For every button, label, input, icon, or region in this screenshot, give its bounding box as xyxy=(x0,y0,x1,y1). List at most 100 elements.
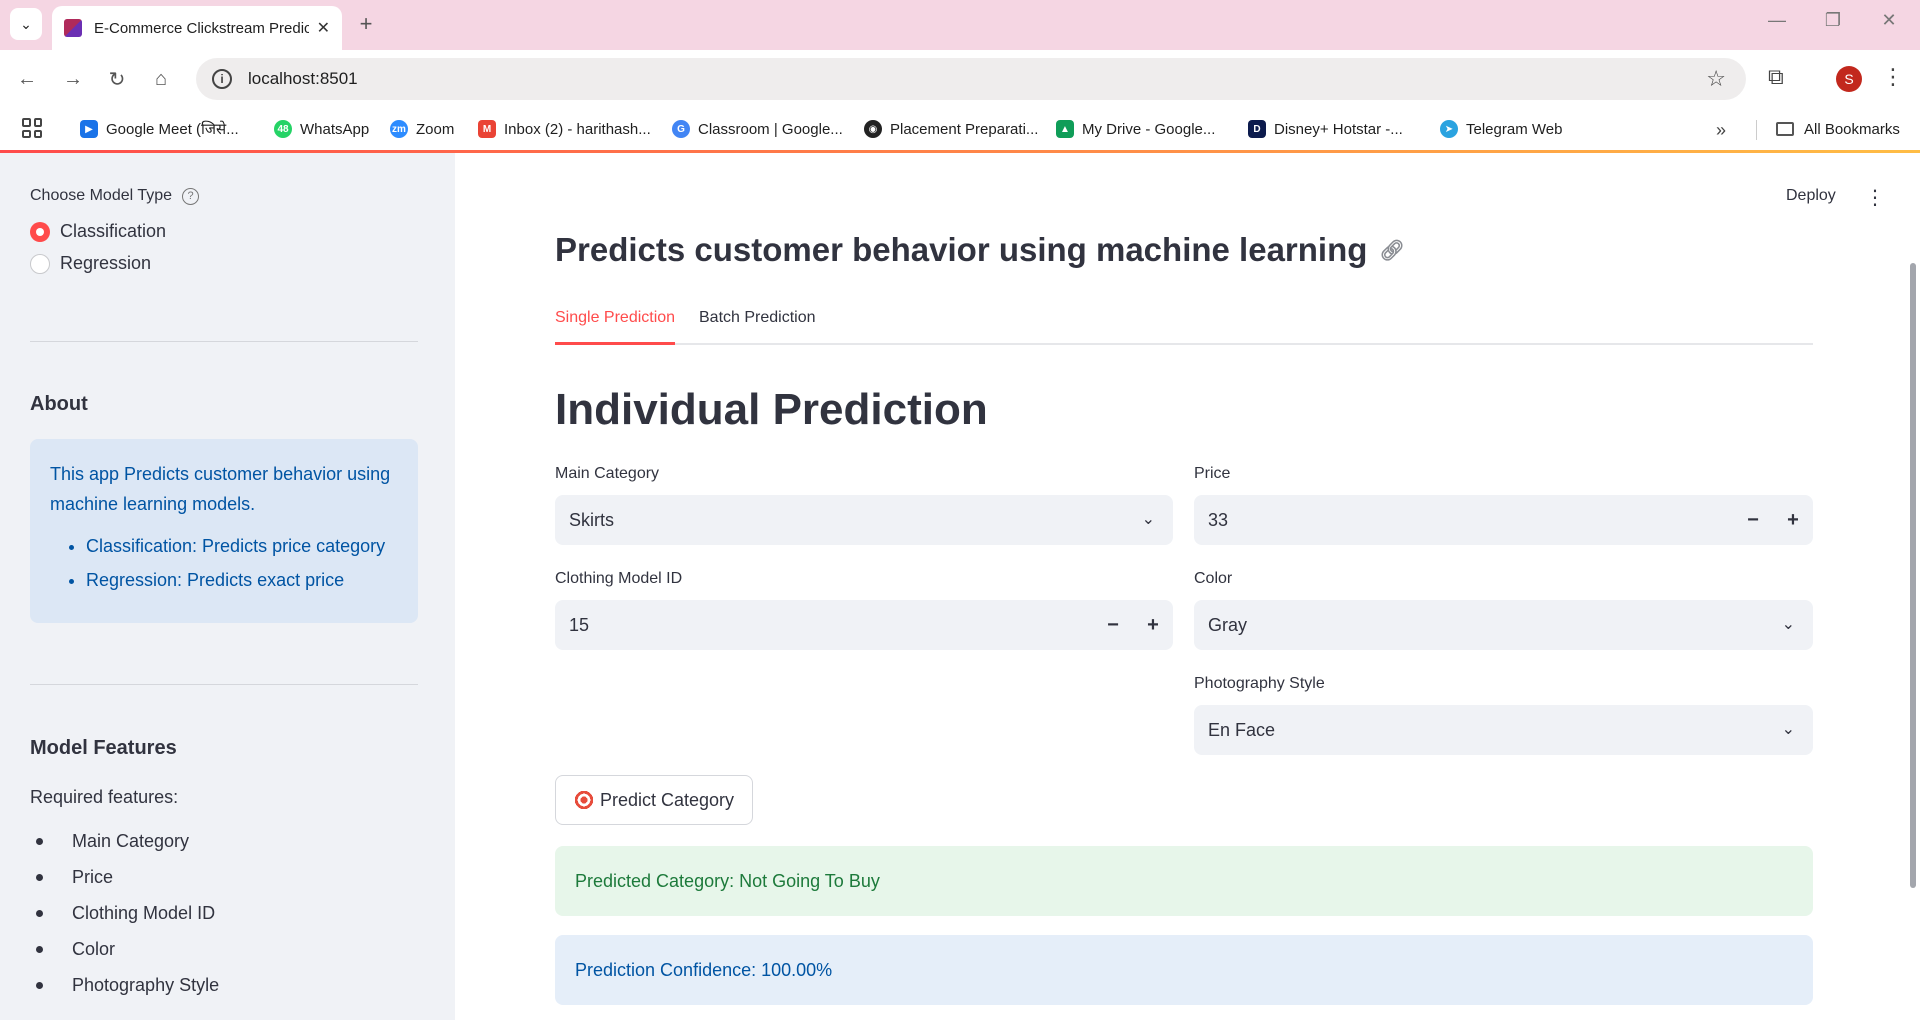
sidebar-divider xyxy=(30,341,418,342)
required-features-label: Required features: xyxy=(30,787,179,807)
section-heading: Individual Prediction xyxy=(555,385,988,434)
price-input[interactable]: 33 − + xyxy=(1194,495,1813,545)
bookmark-whatsapp[interactable]: 48 WhatsApp xyxy=(274,116,369,142)
app-menu-icon[interactable]: ⋮ xyxy=(1865,185,1885,210)
new-tab-icon[interactable]: + xyxy=(352,10,380,38)
clothing-model-id-input[interactable]: 15 − + xyxy=(555,600,1173,650)
all-bookmarks-label: All Bookmarks xyxy=(1804,120,1900,138)
scrollbar[interactable] xyxy=(1910,263,1916,888)
bookmark-label: Zoom xyxy=(416,120,455,138)
reload-icon[interactable]: ↻ xyxy=(104,66,130,92)
bookmark-zoom[interactable]: zm Zoom xyxy=(390,116,454,142)
photography-style-label: Photography Style xyxy=(1194,675,1325,692)
predict-button-label: Predict Category xyxy=(599,789,735,810)
address-bar[interactable]: i localhost:8501 ☆ xyxy=(196,58,1746,100)
features-heading: Model Features xyxy=(30,737,177,759)
help-icon[interactable]: ? xyxy=(182,187,200,205)
close-window-icon[interactable]: ✕ xyxy=(1874,10,1904,31)
bookmark-label: Google Meet (जिसे... xyxy=(106,121,239,138)
color-label: Color xyxy=(1194,570,1233,587)
bookmark-label: Placement Preparati... xyxy=(890,120,1039,138)
profile-avatar[interactable]: S xyxy=(1836,66,1862,92)
price-increment-button[interactable]: + xyxy=(1773,495,1813,545)
bookmark-label: Inbox (2) - harithash... xyxy=(504,120,651,138)
feature-item: Main Category xyxy=(30,823,219,859)
site-info-icon[interactable]: i xyxy=(212,69,232,89)
radio-selected-icon xyxy=(30,221,50,242)
model-id-decrement-button[interactable]: − xyxy=(1093,600,1133,650)
about-bullets: Classification: Predicts price category … xyxy=(50,529,398,597)
back-icon[interactable]: ← xyxy=(14,66,40,92)
bookmark-telegram[interactable]: ➤ Telegram Web xyxy=(1440,116,1562,142)
apps-grid-icon[interactable] xyxy=(22,118,42,138)
tab-search-icon[interactable]: ⌄ xyxy=(10,8,42,40)
main-category-select[interactable]: Skirts ⌄ xyxy=(555,495,1173,545)
browser-menu-icon[interactable]: ⋮ xyxy=(1882,64,1904,90)
tab-close-icon[interactable]: ✕ xyxy=(317,18,330,38)
about-bullet: Regression: Predicts exact price xyxy=(86,563,398,597)
globe-icon: ◉ xyxy=(864,120,882,138)
bookmark-gmail[interactable]: M Inbox (2) - harithash... xyxy=(478,116,651,142)
restore-icon[interactable]: ❐ xyxy=(1818,10,1848,31)
home-icon[interactable]: ⌂ xyxy=(148,66,174,92)
telegram-icon: ➤ xyxy=(1440,120,1458,138)
bookmark-google-meet[interactable]: ▶ Google Meet (जिसे... xyxy=(80,116,239,142)
radio-regression[interactable]: Regression xyxy=(30,253,151,274)
price-decrement-button[interactable]: − xyxy=(1733,495,1773,545)
browser-tab-bar: ⌄ E-Commerce Clickstream Predic ✕ + — ❐ … xyxy=(0,0,1920,50)
chevron-down-icon: ⌄ xyxy=(1781,616,1795,633)
prediction-result-text: Predicted Category: Not Going To Buy xyxy=(575,870,880,891)
radio-label: Classification xyxy=(60,221,167,241)
model-id-increment-button[interactable]: + xyxy=(1133,600,1173,650)
model-type-label-text: Choose Model Type xyxy=(30,187,173,204)
price-value: 33 xyxy=(1208,509,1229,530)
prediction-confidence-alert: Prediction Confidence: 100.00% xyxy=(555,935,1813,1005)
bookmark-label: Disney+ Hotstar -... xyxy=(1274,120,1403,138)
extensions-icon[interactable]: ⧉ xyxy=(1768,64,1784,90)
folder-icon xyxy=(1776,122,1794,136)
photography-style-select[interactable]: En Face ⌄ xyxy=(1194,705,1813,755)
google-drive-icon: ▲ xyxy=(1056,120,1074,138)
main-category-label: Main Category xyxy=(555,465,660,482)
google-meet-icon: ▶ xyxy=(80,120,98,138)
forward-icon[interactable]: → xyxy=(60,66,86,92)
bookmark-label: Telegram Web xyxy=(1466,120,1563,138)
page-title: Predicts customer behavior using machine… xyxy=(555,231,1405,269)
color-select[interactable]: Gray ⌄ xyxy=(1194,600,1813,650)
target-icon xyxy=(573,790,594,810)
main-category-value: Skirts xyxy=(569,509,614,530)
more-bookmarks-icon[interactable]: » xyxy=(1716,120,1726,141)
prediction-result-alert: Predicted Category: Not Going To Buy xyxy=(555,846,1813,916)
deploy-button[interactable]: Deploy xyxy=(1786,187,1836,205)
prediction-confidence-text: Prediction Confidence: 100.00% xyxy=(575,959,833,980)
feature-item: Photography Style xyxy=(30,967,219,1003)
prediction-tabs: Single Prediction Batch Prediction xyxy=(555,303,1813,345)
radio-classification[interactable]: Classification xyxy=(30,221,166,242)
clothing-model-id-label: Clothing Model ID xyxy=(555,570,683,587)
google-icon: G xyxy=(672,120,690,138)
feature-item: Price xyxy=(30,859,219,895)
clothing-model-id-value: 15 xyxy=(569,614,590,635)
tab-favicon-icon xyxy=(64,19,82,37)
zoom-icon: zm xyxy=(390,120,408,138)
all-bookmarks-button[interactable]: All Bookmarks xyxy=(1776,116,1900,142)
whatsapp-icon: 48 xyxy=(274,120,292,138)
page-title-text: Predicts customer behavior using machine… xyxy=(555,231,1368,268)
bookmark-drive[interactable]: ▲ My Drive - Google... xyxy=(1056,116,1215,142)
browser-tab[interactable]: E-Commerce Clickstream Predic ✕ xyxy=(52,6,342,50)
tab-batch-prediction[interactable]: Batch Prediction xyxy=(699,303,816,345)
bookmark-classroom[interactable]: G Classroom | Google... xyxy=(672,116,843,142)
minimize-icon[interactable]: — xyxy=(1762,10,1792,31)
sidebar: Choose Model Type ? Classification Regre… xyxy=(0,153,455,1020)
feature-item: Clothing Model ID xyxy=(30,895,219,931)
gmail-icon: M xyxy=(478,120,496,138)
about-bullet: Classification: Predicts price category xyxy=(86,529,398,563)
anchor-link-icon[interactable]: 🔗︎ xyxy=(1379,238,1404,263)
bookmark-placement[interactable]: ◉ Placement Preparati... xyxy=(864,116,1038,142)
bookmark-star-icon[interactable]: ☆ xyxy=(1706,66,1726,92)
bookmark-hotstar[interactable]: D Disney+ Hotstar -... xyxy=(1248,116,1403,142)
tab-single-prediction[interactable]: Single Prediction xyxy=(555,303,676,345)
about-heading: About xyxy=(30,393,88,415)
chevron-down-icon: ⌄ xyxy=(1781,721,1795,738)
predict-category-button[interactable]: Predict Category xyxy=(555,775,753,825)
